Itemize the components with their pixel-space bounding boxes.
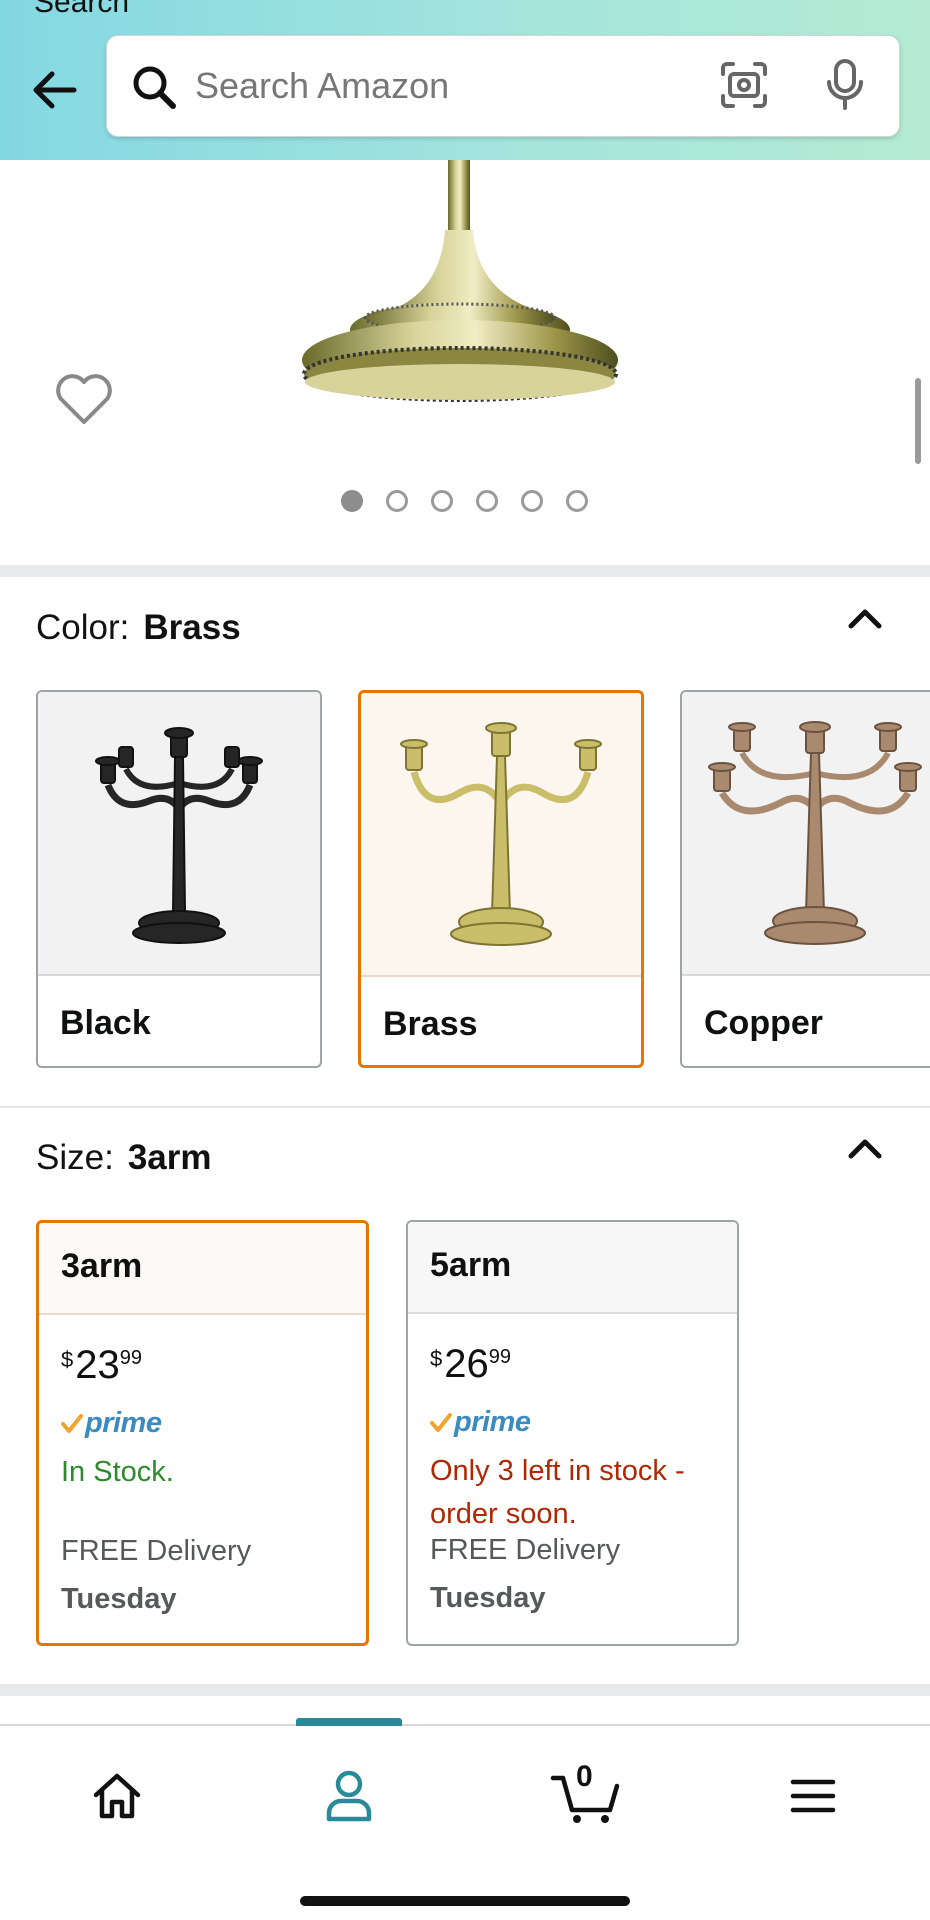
account-icon <box>326 1770 372 1822</box>
prime-check-icon <box>430 1412 452 1432</box>
size-option-name: 3arm <box>39 1223 366 1315</box>
size-label: Size: 3arm <box>36 1138 211 1178</box>
size-label-text: Size: <box>36 1138 114 1177</box>
color-label: Color: Brass <box>36 608 241 648</box>
nav-account[interactable] <box>304 1756 394 1836</box>
price-currency: $ <box>61 1347 74 1372</box>
wishlist-heart-icon[interactable] <box>54 372 114 431</box>
nav-cart[interactable]: 0 <box>536 1756 636 1836</box>
size-option-3arm[interactable]: 3arm $2399 prime In Stock. FREE Delivery… <box>36 1220 369 1646</box>
stock-status: In Stock. <box>61 1456 174 1488</box>
back-arrow-icon[interactable] <box>24 60 84 120</box>
price-whole: 26 <box>444 1342 489 1386</box>
candelabra-copper-image <box>708 721 922 945</box>
prime-check-icon <box>61 1413 83 1433</box>
nav-menu[interactable] <box>768 1756 858 1836</box>
prime-text: prime <box>85 1407 162 1439</box>
image-pagination-dots <box>341 490 588 512</box>
pagination-dot[interactable] <box>476 490 498 512</box>
size-option-name: 5arm <box>408 1222 737 1314</box>
search-box[interactable] <box>106 35 900 137</box>
color-option-copper[interactable]: Copper <box>680 690 930 1068</box>
search-input[interactable] <box>195 56 775 116</box>
pagination-dot[interactable] <box>341 490 363 512</box>
candelabra-black-image <box>95 727 263 944</box>
home-indicator[interactable] <box>300 1896 630 1906</box>
delivery-day: Tuesday <box>61 1583 177 1615</box>
delivery-day: Tuesday <box>430 1582 546 1614</box>
top-search-bar: Search <box>0 0 930 160</box>
nav-home[interactable] <box>72 1756 162 1836</box>
chevron-up-icon[interactable] <box>845 604 885 634</box>
menu-icon <box>790 1779 836 1813</box>
color-option-label: Copper <box>704 1004 823 1042</box>
price: $2699 <box>430 1342 511 1387</box>
camera-lens-icon[interactable] <box>719 60 769 115</box>
prime-badge: prime <box>430 1406 531 1439</box>
color-option-image <box>38 692 320 976</box>
color-option-brass[interactable]: Brass <box>358 690 644 1068</box>
color-option-black[interactable]: Black <box>36 690 322 1068</box>
price-currency: $ <box>430 1346 443 1371</box>
color-option-image <box>361 693 641 977</box>
cart-count: 0 <box>576 1760 593 1793</box>
search-icon <box>131 64 177 115</box>
section-divider <box>0 1106 930 1108</box>
scrollbar[interactable] <box>915 378 921 464</box>
nav-active-indicator <box>296 1718 402 1726</box>
color-option-label: Brass <box>383 1005 478 1043</box>
stock-status: Only 3 left in stock - order soon. <box>430 1455 685 1530</box>
delivery-text: FREE Delivery <box>61 1535 252 1567</box>
status-back-label: Search <box>34 0 130 19</box>
candelabra-brass-image <box>400 722 602 946</box>
color-selected-value: Brass <box>143 608 241 647</box>
price-fraction: 99 <box>119 1347 142 1369</box>
prime-text: prime <box>454 1406 531 1438</box>
product-image <box>302 160 618 402</box>
pagination-dot[interactable] <box>431 490 453 512</box>
color-label-text: Color: <box>36 608 130 647</box>
home-icon <box>93 1773 141 1819</box>
size-selected-value: 3arm <box>127 1138 212 1177</box>
price-whole: 23 <box>75 1343 120 1387</box>
prime-badge: prime <box>61 1407 162 1440</box>
price-fraction: 99 <box>488 1346 511 1368</box>
color-option-image <box>682 692 930 976</box>
pagination-dot[interactable] <box>386 490 408 512</box>
microphone-icon[interactable] <box>823 58 867 117</box>
delivery-text: FREE Delivery <box>430 1534 621 1566</box>
color-option-label: Black <box>60 1004 151 1042</box>
pagination-dot[interactable] <box>521 490 543 512</box>
size-option-5arm[interactable]: 5arm $2699 prime Only 3 left in stock - … <box>406 1220 739 1646</box>
chevron-up-icon[interactable] <box>845 1134 885 1164</box>
product-image-gallery[interactable] <box>0 160 930 565</box>
price: $2399 <box>61 1343 142 1388</box>
section-divider <box>0 565 930 577</box>
bottom-navigation: 0 <box>0 1718 930 1920</box>
pagination-dot[interactable] <box>566 490 588 512</box>
section-divider <box>0 1684 930 1696</box>
